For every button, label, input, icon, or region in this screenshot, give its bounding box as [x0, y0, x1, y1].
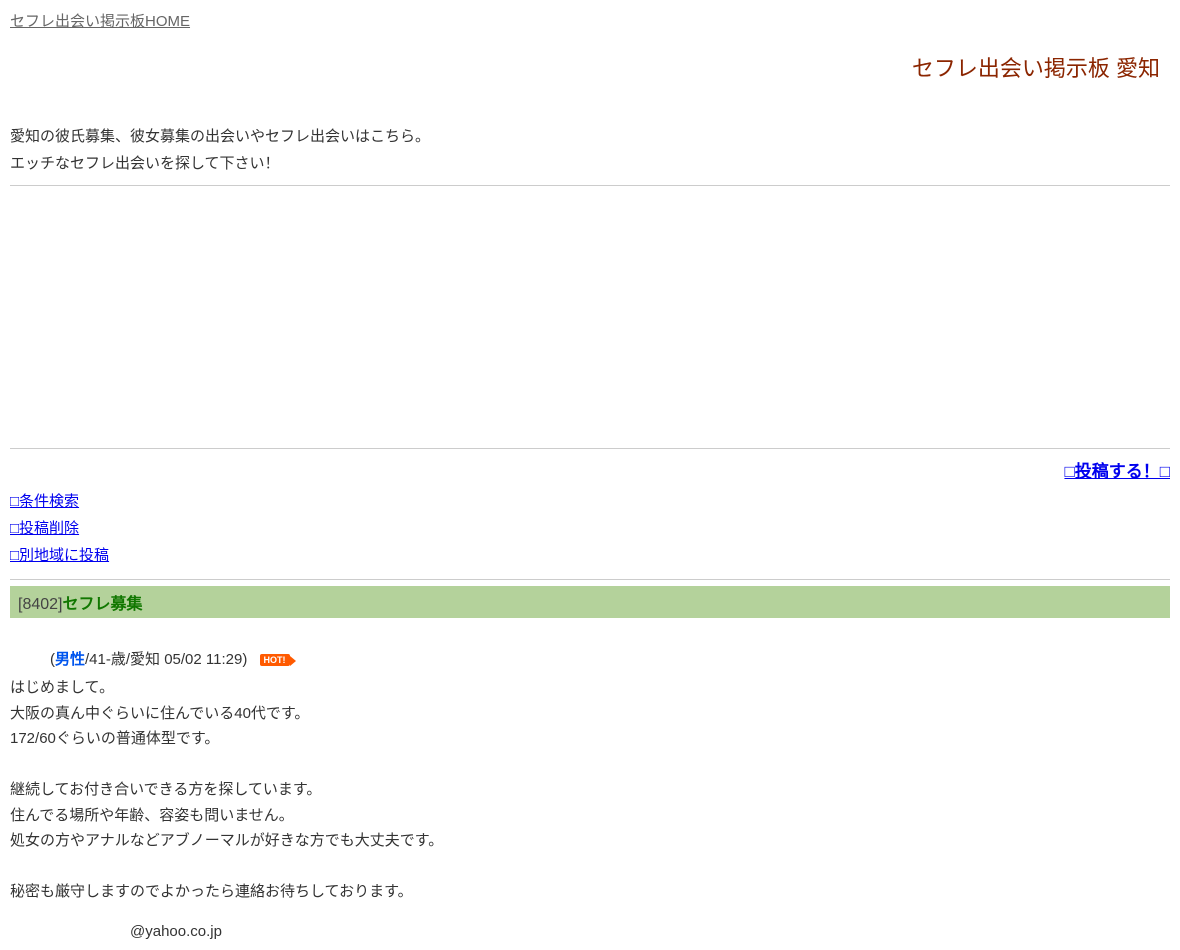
post-contact: @yahoo.co.jp: [130, 923, 1170, 940]
intro-text: 愛知の彼氏募集、彼女募集の出会いやセフレ出会いはこちら。 エッチなセフレ出会いを…: [10, 123, 1170, 177]
post-body: はじめまして。 大阪の真ん中ぐらいに住んでいる40代です。 172/60ぐらいの…: [10, 675, 1170, 905]
nav-delete[interactable]: □投稿削除: [10, 515, 79, 542]
post-title: セフレ募集: [63, 596, 143, 613]
post-meta: (男性/41-歳/愛知 05/02 11:29) HOT!: [50, 648, 1170, 669]
nav-links: □条件検索 □投稿削除 □別地域に投稿: [10, 488, 1170, 569]
post-id: 8402: [22, 596, 58, 613]
intro-line-1: 愛知の彼氏募集、彼女募集の出会いやセフレ出会いはこちら。: [10, 128, 430, 145]
post-button[interactable]: □投稿する！□: [1064, 462, 1170, 481]
home-link[interactable]: セフレ出会い掲示板HOME: [10, 13, 190, 30]
intro-line-2: エッチなセフレ出会いを探して下さい！: [10, 155, 280, 172]
post-gender: 男性: [55, 651, 85, 668]
divider: [10, 448, 1170, 449]
nav-other-region[interactable]: □別地域に投稿: [10, 542, 109, 569]
divider: [10, 185, 1170, 186]
page-title: セフレ出会い掲示板 愛知: [10, 51, 1160, 83]
post-header: [8402]セフレ募集: [10, 586, 1170, 618]
hot-badge-icon: HOT!: [260, 654, 290, 666]
nav-search[interactable]: □条件検索: [10, 488, 79, 515]
post-meta-rest: /41-歳/愛知 05/02 11:29): [85, 651, 247, 668]
divider: [10, 579, 1170, 580]
ad-spacer: [10, 192, 1170, 442]
